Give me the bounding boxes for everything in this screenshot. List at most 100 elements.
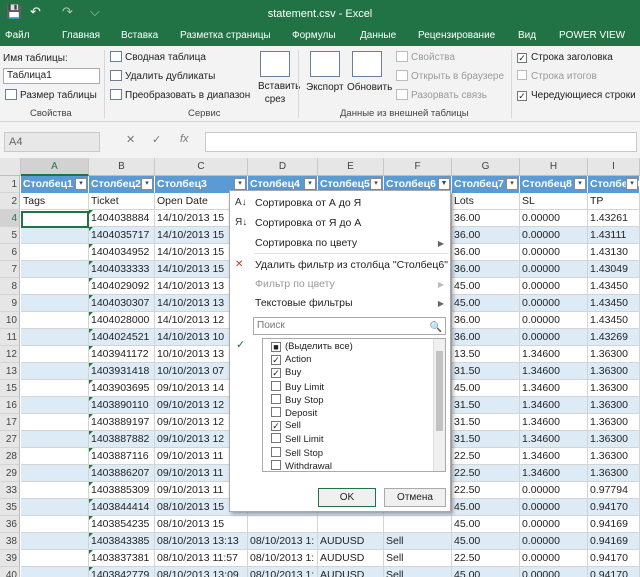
column-header-d[interactable]: D <box>248 158 318 176</box>
row-header[interactable]: 7 <box>0 261 20 278</box>
checkbox-unchecked-icon[interactable] <box>271 407 281 417</box>
row-header[interactable]: 11 <box>0 329 20 346</box>
sort-za-item[interactable]: Сортировка от Я до А <box>255 217 361 229</box>
table-cell[interactable]: TP <box>588 193 640 210</box>
tab-file[interactable]: Файл <box>5 30 30 41</box>
table-cell[interactable]: 1404028000 <box>89 312 155 329</box>
row-header[interactable]: 12 <box>0 346 20 363</box>
table-cell[interactable]: 08/10/2013 13:13 <box>155 533 248 550</box>
filter-value-item[interactable]: ✓ Sell <box>271 420 301 432</box>
table-cell[interactable] <box>21 567 89 577</box>
table-cell[interactable]: 1403843385 <box>89 533 155 550</box>
table-cell[interactable]: 0.00000 <box>520 567 588 577</box>
table-cell[interactable]: 1404030307 <box>89 295 155 312</box>
sort-az-item[interactable]: Сортировка от А до Я <box>255 197 361 209</box>
filter-dropdown-icon[interactable]: ▾ <box>304 178 316 190</box>
table-cell[interactable]: 0.00000 <box>520 261 588 278</box>
table-cell[interactable]: 1403903695 <box>89 380 155 397</box>
table-cell[interactable] <box>21 244 89 261</box>
table-cell[interactable]: 31.50 <box>452 414 520 431</box>
export-button[interactable]: Экспорт <box>306 81 344 94</box>
table-cell[interactable]: 1.34600 <box>520 465 588 482</box>
table-cell[interactable]: 45.00 <box>452 567 520 577</box>
filter-value-item[interactable]: Withdrawal <box>271 459 332 471</box>
table-cell[interactable] <box>21 363 89 380</box>
table-cell[interactable]: 1403885309 <box>89 482 155 499</box>
row-header[interactable]: 36 <box>0 516 20 533</box>
table-cell[interactable] <box>21 516 89 533</box>
table-cell[interactable]: 0.00000 <box>520 244 588 261</box>
row-header[interactable]: 5 <box>0 227 20 244</box>
table-cell[interactable]: 08/10/2013 1: <box>248 567 318 577</box>
table-cell[interactable]: 45.00 <box>452 380 520 397</box>
row-header[interactable]: 17 <box>0 414 20 431</box>
filter-value-item[interactable]: ■ (Выделить все) <box>271 341 353 353</box>
table-cell[interactable]: 1404029092 <box>89 278 155 295</box>
table-cell[interactable]: 1.36300 <box>588 363 640 380</box>
filter-dropdown-icon[interactable]: ▾ <box>75 178 87 190</box>
row-header[interactable]: 16 <box>0 397 20 414</box>
table-cell[interactable]: 1403854235 <box>89 516 155 533</box>
filter-active-dropdown-icon[interactable]: ▼ <box>438 178 450 190</box>
table-cell[interactable]: 0.00000 <box>520 533 588 550</box>
table-cell[interactable] <box>21 550 89 567</box>
table-cell[interactable] <box>248 516 318 533</box>
column-header-i[interactable]: I <box>588 158 640 176</box>
list-scrollbar[interactable] <box>433 339 445 471</box>
table-cell[interactable]: 1.43111 <box>588 227 640 244</box>
checkbox-unchecked-icon[interactable] <box>271 380 281 391</box>
table-cell[interactable] <box>21 380 89 397</box>
refresh-button[interactable]: Обновить <box>347 81 392 94</box>
table-cell[interactable]: 08/10/2013 11:57 <box>155 550 248 567</box>
tab-home[interactable]: Главная <box>62 30 100 41</box>
table-cell[interactable] <box>21 329 89 346</box>
filter-value-item[interactable]: Buy Limit <box>271 380 324 394</box>
checkbox-checked-icon[interactable]: ✓ <box>271 421 281 432</box>
table-cell[interactable]: 22.50 <box>452 550 520 567</box>
table-cell[interactable]: Sell <box>384 550 452 567</box>
pivot-table-button[interactable]: Сводная таблица <box>110 51 206 64</box>
table-cell[interactable] <box>21 533 89 550</box>
row-header[interactable]: 10 <box>0 312 20 329</box>
table-cell[interactable]: 08/10/2013 15 <box>155 516 248 533</box>
remove-duplicates-button[interactable]: Удалить дубликаты <box>110 70 215 83</box>
table-cell[interactable]: 08/10/2013 1: <box>248 533 318 550</box>
table-cell[interactable] <box>21 448 89 465</box>
table-cell[interactable] <box>21 227 89 244</box>
table-cell[interactable] <box>21 261 89 278</box>
row-header[interactable]: 13 <box>0 363 20 380</box>
sort-by-color-item[interactable]: Сортировка по цвету <box>255 237 357 249</box>
scrollbar-thumb[interactable] <box>436 351 443 431</box>
table-cell[interactable]: 1404035717 <box>89 227 155 244</box>
table-cell[interactable]: 0.94169 <box>588 516 640 533</box>
clear-filter-item[interactable]: Удалить фильтр из столбца "Столбец6" <box>255 259 448 271</box>
filter-value-item[interactable]: Buy Stop <box>271 393 324 407</box>
filter-dropdown-icon[interactable]: ▾ <box>506 178 518 190</box>
column-header-e[interactable]: E <box>318 158 384 176</box>
table-cell[interactable]: 1404038884 <box>89 210 155 227</box>
table-cell[interactable] <box>318 516 384 533</box>
table-cell[interactable] <box>21 414 89 431</box>
filter-dropdown-icon[interactable]: ▾ <box>141 178 153 190</box>
cancel-button[interactable]: Отмена <box>384 488 446 507</box>
table-cell[interactable]: 36.00 <box>452 227 520 244</box>
row-header[interactable]: 39 <box>0 550 20 567</box>
table-cell[interactable]: 36.00 <box>452 312 520 329</box>
table-cell[interactable]: 0.00000 <box>520 278 588 295</box>
table-cell[interactable]: 45.00 <box>452 295 520 312</box>
table-cell[interactable]: 1.36300 <box>588 448 640 465</box>
filter-by-color-item[interactable]: Фильтр по цвету <box>255 278 335 290</box>
table-cell[interactable]: 22.50 <box>452 465 520 482</box>
select-all-corner[interactable] <box>0 158 21 176</box>
checkbox-unchecked-icon[interactable] <box>271 393 281 404</box>
column-header-b[interactable]: B <box>89 158 155 176</box>
filter-value-item[interactable]: Sell Limit <box>271 433 324 446</box>
filter-search-input[interactable]: Поиск 🔍 <box>253 317 446 335</box>
banded-rows-checkbox[interactable]: ✓ Чередующиеся строки <box>517 89 636 102</box>
table-cell[interactable]: 36.00 <box>452 244 520 261</box>
table-cell[interactable]: 22.50 <box>452 482 520 499</box>
table-cell[interactable]: 45.00 <box>452 516 520 533</box>
table-cell[interactable]: 0.94170 <box>588 550 640 567</box>
text-filters-item[interactable]: Текстовые фильтры <box>255 297 353 309</box>
cancel-formula-icon[interactable]: ✕ <box>126 133 135 146</box>
